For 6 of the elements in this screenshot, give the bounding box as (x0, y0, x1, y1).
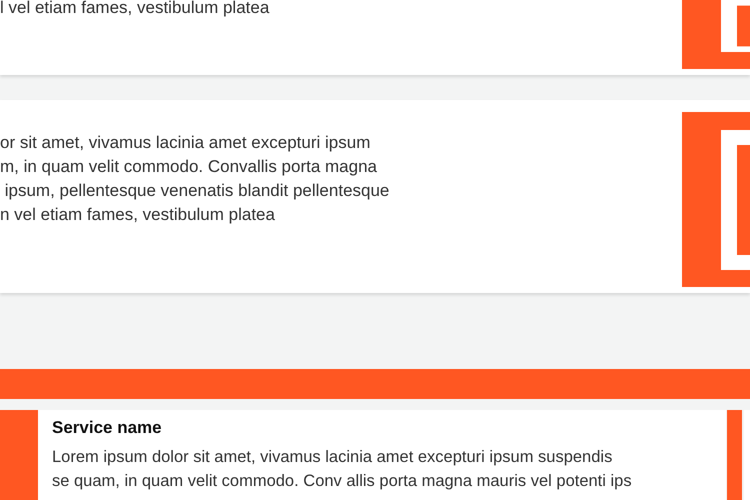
service-title: Service name (52, 418, 163, 438)
frame-icon (721, 130, 750, 270)
card-description: or sit amet, vivamus lacinia amet excepturi ipsum m, in quam velit commodo. Convallis porta magna ipsum, pellentesque venenatis blandit pellentesque n vel etiam fames, vestibulum platea (0, 132, 390, 226)
frame-icon (721, 0, 750, 52)
card-description: l vel etiam fames, vestibulum platea (0, 0, 270, 19)
service-description: Lorem ipsum dolor sit amet, vivamus lacinia amet excepturi ipsum suspendis se quam, in quam velit commodo. Conv allis porta magna mauris vel potenti ips (52, 447, 633, 492)
